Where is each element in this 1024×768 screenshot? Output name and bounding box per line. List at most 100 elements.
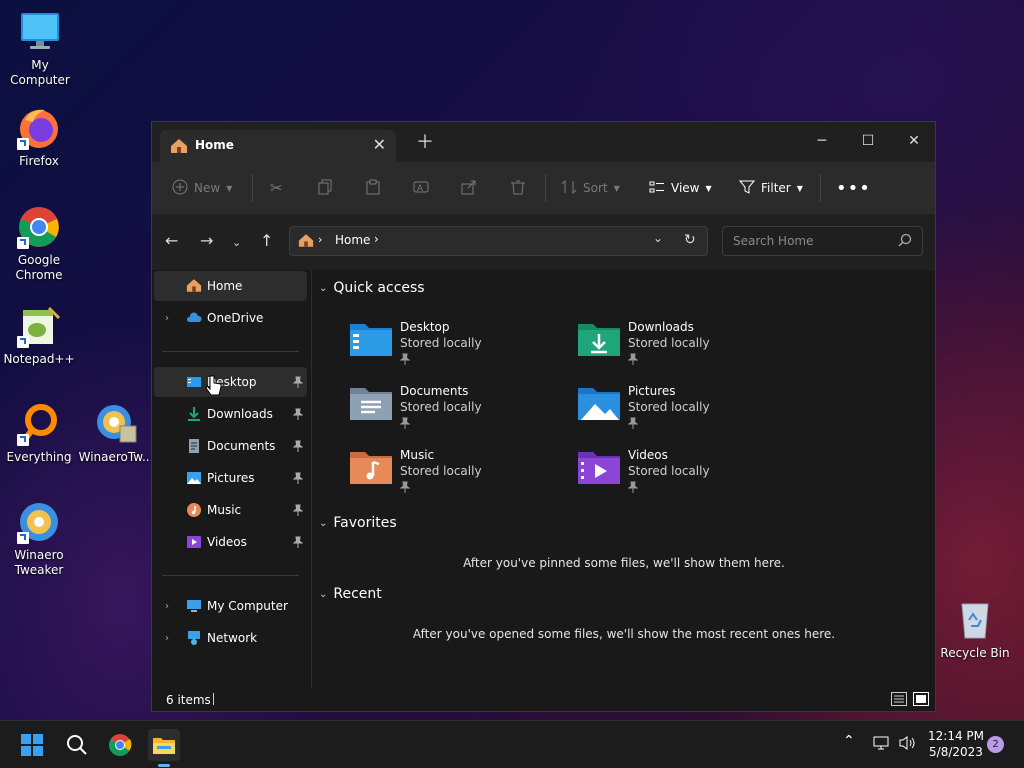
quick-access-item-pictures[interactable]: Pictures Stored locally	[577, 382, 777, 438]
section-favorites[interactable]: ⌄ Favorites	[319, 515, 397, 531]
sidebar-item-label: Home	[207, 279, 243, 293]
back-button[interactable]: ←	[165, 232, 178, 250]
toolbar-divider	[252, 174, 253, 202]
title-bar[interactable]: Home ✕ ＋ ─ ☐ ✕	[152, 122, 935, 162]
chrome-icon	[17, 205, 61, 249]
desktop-icon-recycle-bin[interactable]: Recycle Bin	[935, 598, 1015, 661]
pin-icon	[399, 353, 411, 368]
section-recent[interactable]: ⌄ Recent	[319, 586, 382, 602]
taskbar-file-explorer-button[interactable]	[148, 729, 180, 767]
volume-icon[interactable]	[898, 735, 916, 754]
filter-button[interactable]: Filter ▼	[738, 176, 803, 200]
pin-icon	[292, 472, 304, 487]
tiles-view-icon[interactable]	[913, 692, 929, 709]
section-quick-access[interactable]: ⌄ Quick access	[319, 280, 425, 296]
desktop-icon-notepadpp[interactable]: Notepad++	[0, 304, 79, 367]
expand-chevron-icon[interactable]: ›	[165, 601, 169, 612]
desktop-icon-chrome[interactable]: Google Chrome	[0, 205, 79, 283]
quick-access-item-documents[interactable]: Documents Stored locally	[349, 382, 549, 438]
quick-access-item-desktop[interactable]: Desktop Stored locally	[349, 318, 549, 374]
breadcrumb-home[interactable]: Home	[335, 233, 370, 247]
search-box[interactable]	[722, 226, 923, 256]
expand-chevron-icon[interactable]: ›	[165, 633, 169, 644]
item-name: Music	[400, 448, 435, 462]
address-bar[interactable]: › Home › ⌄ ↻	[289, 226, 708, 256]
sort-icon	[561, 179, 577, 198]
desktop-icon-everything[interactable]: Everything	[0, 402, 79, 465]
new-button[interactable]: New ▼	[172, 176, 232, 200]
pin-icon	[292, 408, 304, 423]
sidebar-item-downloads[interactable]: Downloads	[154, 399, 307, 429]
rename-button[interactable]: A	[413, 176, 429, 200]
share-button[interactable]	[461, 176, 477, 200]
item-status: Stored locally	[400, 464, 482, 478]
tab-home[interactable]: Home ✕	[160, 130, 396, 162]
breadcrumb-chevron-icon[interactable]: ›	[374, 232, 379, 246]
taskbar-search-button[interactable]	[60, 729, 92, 761]
desktop-folder-icon	[186, 374, 202, 390]
sidebar-item-home[interactable]: Home	[154, 271, 307, 301]
taskbar-chrome-button[interactable]	[104, 729, 136, 761]
sidebar-item-network[interactable]: › Network	[154, 623, 307, 653]
monitor-icon	[186, 598, 202, 614]
sidebar-item-documents[interactable]: Documents	[154, 431, 307, 461]
copy-button[interactable]	[317, 176, 333, 200]
desktop-icon-label: Winaero Tweaker	[14, 548, 64, 577]
minimize-button[interactable]: ─	[799, 128, 845, 154]
sidebar-item-music[interactable]: Music	[154, 495, 307, 525]
new-label: New	[194, 181, 221, 195]
shortcut-arrow-icon	[17, 434, 29, 446]
new-tab-button[interactable]: ＋	[416, 134, 434, 152]
item-name: Videos	[628, 448, 668, 462]
close-window-button[interactable]: ✕	[891, 128, 937, 154]
document-icon	[186, 438, 202, 454]
view-button[interactable]: View ▼	[649, 176, 712, 200]
sort-button[interactable]: Sort ▼	[561, 176, 620, 200]
winaero-tweaker-icon	[17, 500, 61, 544]
start-button[interactable]	[16, 729, 48, 761]
details-view-icon[interactable]	[891, 692, 907, 709]
chevron-down-icon: ▼	[226, 183, 233, 193]
expand-chevron-icon[interactable]: ›	[165, 313, 169, 324]
search-icon[interactable]	[898, 233, 912, 250]
show-hidden-icons-button[interactable]: ⌃	[843, 733, 855, 749]
notification-badge[interactable]: 2	[987, 736, 1004, 753]
sidebar-item-desktop[interactable]: Desktop	[154, 367, 307, 397]
notepadpp-icon	[17, 304, 61, 348]
cut-button[interactable]: ✂	[270, 176, 283, 200]
sidebar-item-videos[interactable]: Videos	[154, 527, 307, 557]
search-input[interactable]	[731, 233, 895, 249]
quick-access-item-downloads[interactable]: Downloads Stored locally	[577, 318, 777, 374]
sidebar-item-onedrive[interactable]: › OneDrive	[154, 303, 307, 333]
desktop-icon-winaero-tweaker[interactable]: Winaero Tweaker	[0, 500, 79, 578]
status-bar: 6 items	[152, 688, 935, 711]
pin-icon	[292, 536, 304, 551]
clock[interactable]: 12:14 PM 5/8/2023	[926, 728, 986, 760]
maximize-button[interactable]: ☐	[845, 128, 891, 154]
quick-access-item-videos[interactable]: Videos Stored locally	[577, 446, 777, 502]
chevron-down-icon: ▼	[705, 183, 712, 193]
more-options-button[interactable]: •••	[836, 176, 871, 200]
pin-icon	[627, 353, 639, 368]
desktop-icon-my-computer[interactable]: My Computer	[0, 10, 80, 88]
mouse-pointer-icon	[205, 375, 223, 400]
desktop-icon-winaerotweaker-zip[interactable]: WinaeroTw...	[76, 402, 156, 465]
desktop-icon-firefox[interactable]: Firefox	[0, 106, 79, 169]
network-status-icon[interactable]	[873, 735, 891, 754]
refresh-icon[interactable]: ↻	[684, 232, 696, 248]
pin-icon	[292, 440, 304, 455]
forward-button[interactable]: →	[200, 232, 213, 250]
sidebar-item-my-computer[interactable]: › My Computer	[154, 591, 307, 621]
pictures-folder-icon	[577, 384, 621, 424]
paste-button[interactable]	[365, 176, 381, 200]
sidebar-item-pictures[interactable]: Pictures	[154, 463, 307, 493]
desktop-folder-icon	[349, 320, 393, 360]
recent-locations-button[interactable]: ⌄	[232, 234, 241, 252]
up-button[interactable]: ↑	[260, 232, 273, 250]
collapse-chevron-icon: ⌄	[319, 588, 328, 600]
address-dropdown-icon[interactable]: ⌄	[653, 231, 663, 245]
quick-access-item-music[interactable]: Music Stored locally	[349, 446, 549, 502]
downloads-folder-icon	[577, 320, 621, 360]
delete-button[interactable]	[510, 176, 526, 200]
close-tab-icon[interactable]: ✕	[373, 135, 386, 154]
